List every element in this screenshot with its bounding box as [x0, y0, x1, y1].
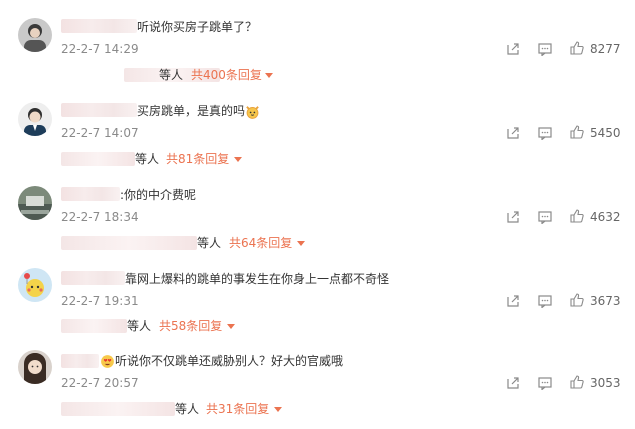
comment-icon[interactable]: [538, 294, 552, 308]
chevron-down-icon[interactable]: [227, 324, 235, 329]
thumbs-up-icon[interactable]: [570, 125, 584, 139]
avatar[interactable]: [18, 186, 52, 220]
avatar[interactable]: [18, 350, 52, 384]
comment-time: 22-2-7 19:31: [61, 294, 139, 308]
share-icon[interactable]: [506, 294, 520, 308]
comment-text: 买房跳单，是真的吗: [137, 103, 260, 119]
comment-icon[interactable]: [538, 376, 552, 390]
chevron-down-icon[interactable]: [265, 73, 273, 78]
thumbs-up-icon[interactable]: [570, 41, 584, 55]
cat-face-emoji: [245, 104, 260, 119]
username-redacted[interactable]: [61, 354, 99, 368]
comment-time: 22-2-7 20:57: [61, 376, 139, 390]
username-redacted[interactable]: [61, 103, 137, 117]
avatar[interactable]: [18, 268, 52, 302]
comment-text: 听说你不仅跳单还威胁别人？好大的官威哦: [100, 353, 343, 369]
share-icon[interactable]: [506, 42, 520, 56]
comment-item: :你的中介费呢 22-2-7 18:34 4632 等人 共64条回复: [0, 168, 635, 252]
chevron-down-icon[interactable]: [234, 157, 242, 162]
reply-summary[interactable]: 等人 共81条回复: [61, 152, 261, 168]
reply-count-link[interactable]: 共64条回复: [229, 236, 292, 251]
comment-text-body: 买房跳单，是真的吗: [137, 104, 246, 118]
reply-users-redacted: [61, 402, 175, 416]
reply-summary[interactable]: 等人 共58条回复: [61, 319, 261, 335]
reply-people-label: 等人: [159, 68, 184, 82]
username-redacted[interactable]: [61, 19, 137, 33]
thumbs-up-icon[interactable]: [570, 209, 584, 223]
reply-count-link[interactable]: 共81条回复: [166, 152, 229, 167]
comment-icon[interactable]: [538, 126, 552, 140]
reply-count-link[interactable]: 共31条回复: [206, 402, 269, 417]
chevron-down-icon[interactable]: [297, 241, 305, 246]
like-count: 3673: [590, 294, 621, 308]
heart-eyes-emoji: [100, 354, 115, 369]
comment-text-body: 听说你不仅跳单还威胁别人？好大的官威哦: [115, 354, 344, 368]
like-count: 4632: [590, 210, 621, 224]
username-redacted[interactable]: [61, 271, 125, 285]
comment-time: 22-2-7 18:34: [61, 210, 139, 224]
share-icon[interactable]: [506, 376, 520, 390]
share-icon[interactable]: [506, 126, 520, 140]
thumbs-up-icon[interactable]: [570, 293, 584, 307]
reply-count-link[interactable]: 共58条回复: [159, 319, 222, 334]
comment-item: 听说你买房子跳单了？ 22-2-7 14:29 8277 等人 共400条回复: [0, 0, 635, 84]
comment-time: 22-2-7 14:29: [61, 42, 139, 56]
like-count: 3053: [590, 376, 621, 390]
like-count: 5450: [590, 126, 621, 140]
reply-users-redacted: [61, 319, 127, 333]
comment-item: 靠网上爆料的跳单的事发生在你身上一点都不奇怪 22-2-7 19:31 3673…: [0, 252, 635, 336]
comment-text: 靠网上爆料的跳单的事发生在你身上一点都不奇怪: [125, 272, 390, 286]
comment-time: 22-2-7 14:07: [61, 126, 139, 140]
like-count: 8277: [590, 42, 621, 56]
reply-summary[interactable]: 等人 共64条回复: [61, 236, 321, 252]
reply-people-label: 等人: [175, 402, 200, 416]
reply-users-redacted: [61, 236, 197, 250]
reply-people-label: 等人: [135, 152, 160, 166]
comment-text: :你的中介费呢: [120, 188, 197, 202]
comment-item: 买房跳单，是真的吗 22-2-7 14:07 5450 等人 共81条回复: [0, 84, 635, 168]
reply-summary[interactable]: 等人 共400条回复: [61, 68, 281, 84]
username-redacted[interactable]: [61, 187, 120, 201]
reply-people-label: 等人: [197, 236, 222, 250]
avatar[interactable]: [18, 102, 52, 136]
avatar[interactable]: [18, 18, 52, 52]
share-icon[interactable]: [506, 210, 520, 224]
reply-users-redacted: [61, 152, 135, 166]
comment-text: 听说你买房子跳单了？: [137, 20, 258, 34]
thumbs-up-icon[interactable]: [570, 375, 584, 389]
reply-count-link[interactable]: 共400条回复: [191, 68, 262, 83]
chevron-down-icon[interactable]: [274, 407, 282, 412]
comment-item: 听说你不仅跳单还威胁别人？好大的官威哦 22-2-7 20:57 3053 等人…: [0, 336, 635, 420]
comment-icon[interactable]: [538, 42, 552, 56]
reply-summary[interactable]: 等人 共31条回复: [61, 402, 301, 418]
comment-icon[interactable]: [538, 210, 552, 224]
reply-people-label: 等人: [127, 319, 152, 333]
